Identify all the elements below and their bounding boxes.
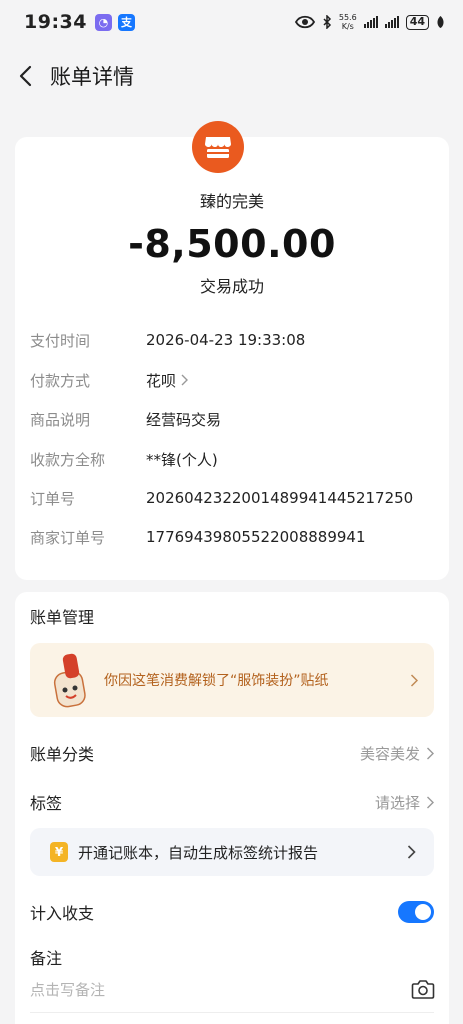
store-icon [205,137,231,158]
bill-amount: -8,500.00 [128,222,336,266]
detail-label: 支付时间 [30,331,91,350]
eye-icon [294,15,315,29]
toggle-knob [415,904,431,920]
detail-row-order-no: 订单号 2026042322001489941445217250 [30,486,430,510]
tag-row[interactable]: 标签 请选择 [30,789,434,815]
count-label: 计入收支 [30,904,95,923]
note-divider [30,1012,434,1013]
status-right-icons: 55.6 K/s 44 [294,13,445,31]
chevron-right-icon [427,747,434,759]
section-title: 账单管理 [30,608,95,627]
count-in-budget-toggle[interactable] [398,901,434,923]
detail-label: 商家订单号 [30,528,106,547]
detail-label: 商品说明 [30,410,91,429]
chevron-right-icon [181,374,189,386]
category-label: 账单分类 [30,745,95,764]
detail-label: 订单号 [30,489,76,508]
detail-label: 付款方式 [30,371,91,390]
battery-indicator: 44 [405,14,429,30]
back-icon[interactable] [14,65,36,87]
category-value: 美容美发 [360,743,434,764]
payment-method-link[interactable]: 花呗 [146,370,189,391]
status-time: 19:34 [24,11,87,33]
chevron-right-icon [427,796,434,808]
detail-value: 经营码交易 [146,410,222,429]
note-input[interactable]: 点击写备注 [30,979,105,1000]
chevron-right-icon [407,845,416,859]
tag-label: 标签 [30,794,63,813]
category-value-text: 美容美发 [359,744,420,763]
bill-category-row[interactable]: 账单分类 美容美发 [30,740,434,766]
note-label: 备注 [30,949,63,968]
camera-icon[interactable] [411,978,435,1000]
note-row: 备注 [30,944,434,970]
sticker-banner[interactable]: 你因这笔消费解锁了“服饰装扮”贴纸 [30,643,434,717]
detail-row-pay-time: 支付时间 2026-04-23 19:33:08 [30,328,430,352]
leaf-icon [437,16,444,28]
nav-bar: 账单详情 [0,48,463,104]
promo-text: 开通记账本，自动生成标签统计报告 [78,843,319,862]
status-app-icons: ◔ 支 [94,13,135,31]
status-bar: 19:34 ◔ 支 55.6 K/s 44 [0,0,463,44]
bluetooth-icon [323,15,331,29]
network-speed: 55.6 K/s [338,13,357,31]
tag-value: 请选择 [375,792,434,813]
merchant-name: 臻的完美 [199,192,264,211]
sticker-banner-text: 你因这笔消费解锁了“服饰装扮”贴纸 [104,673,329,689]
count-in-budget-row: 计入收支 [30,899,434,925]
detail-value: **锋(个人) [146,450,218,469]
chevron-right-icon [410,673,418,687]
sticker-icon [46,650,94,710]
merchant-logo [192,121,244,173]
detail-value: 2026-04-23 19:33:08 [146,331,306,349]
signal-icon [363,16,378,28]
bookkeeping-promo-banner[interactable]: ¥ 开通记账本，自动生成标签统计报告 [30,828,434,876]
yen-icon: ¥ [50,842,68,862]
signal-icon-2 [384,16,399,28]
detail-value: 花呗 [146,371,177,390]
trade-status: 交易成功 [199,277,264,296]
notification-app-icon: ◔ [94,13,112,31]
alipay-app-icon: 支 [117,13,135,31]
detail-value: 17769439805522008889941 [146,528,366,546]
detail-row-merchant-order-no: 商家订单号 17769439805522008889941 [30,525,430,549]
detail-row-goods: 商品说明 经营码交易 [30,407,430,431]
detail-row-payment-method[interactable]: 付款方式 花呗 [30,368,430,392]
tag-value-text: 请选择 [374,793,420,812]
detail-row-payee: 收款方全称 **锋(个人) [30,447,430,471]
detail-label: 收款方全称 [30,450,106,469]
detail-value: 2026042322001489941445217250 [146,489,414,507]
page-title: 账单详情 [50,65,134,89]
